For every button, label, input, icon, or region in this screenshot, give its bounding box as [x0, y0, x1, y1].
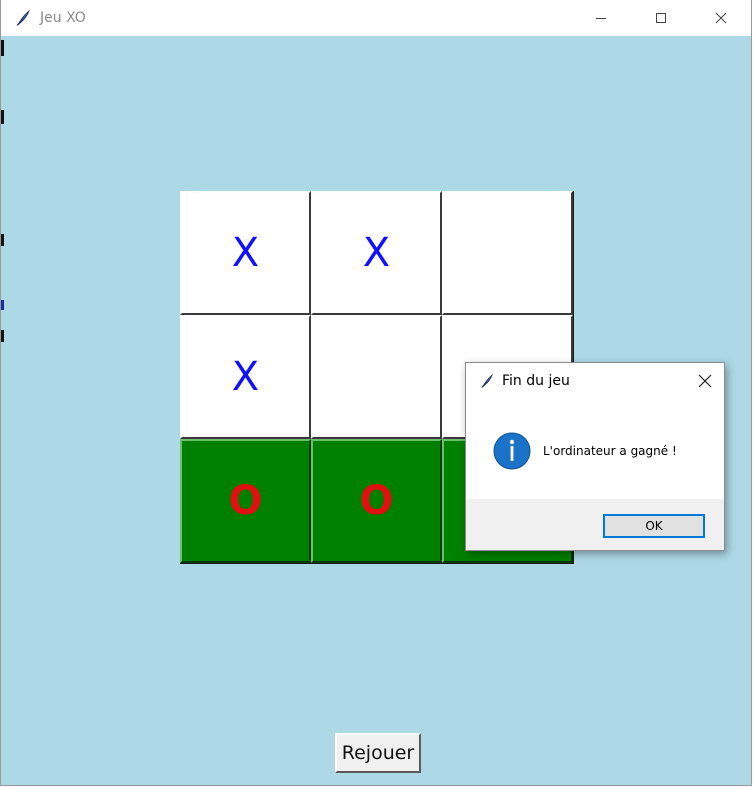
dialog-title: Fin du jeu	[502, 373, 570, 389]
close-icon	[715, 12, 727, 24]
board-cell-2[interactable]: X	[311, 191, 442, 315]
maximize-button[interactable]	[631, 0, 691, 36]
board-cell-4[interactable]: X	[180, 315, 311, 439]
feather-icon	[16, 10, 30, 26]
cell-mark: X	[362, 230, 391, 276]
board-cell-5[interactable]	[311, 315, 442, 439]
window-controls	[571, 0, 751, 36]
dialog-message: L'ordinateur a gagné !	[543, 444, 677, 458]
board-cell-3[interactable]	[442, 191, 573, 315]
window-titlebar[interactable]: Jeu XO	[1, 0, 751, 36]
info-icon	[493, 432, 531, 470]
dialog-body: L'ordinateur a gagné !	[466, 399, 724, 499]
cell-mark: O	[359, 478, 394, 524]
board-cell-8[interactable]: O	[311, 439, 442, 563]
game-over-dialog: Fin du jeu L'ordinateur a gagné ! OK	[465, 362, 725, 551]
maximize-icon	[656, 13, 666, 23]
minimize-icon	[596, 18, 606, 19]
board-cell-7[interactable]: O	[180, 439, 311, 563]
cell-mark: X	[231, 230, 260, 276]
cell-mark: X	[231, 354, 260, 400]
minimize-button[interactable]	[571, 0, 631, 36]
dialog-titlebar[interactable]: Fin du jeu	[466, 363, 724, 399]
feather-icon	[481, 374, 493, 388]
ok-button[interactable]: OK	[603, 514, 705, 538]
window-title: Jeu XO	[40, 10, 86, 26]
cell-mark: O	[228, 478, 263, 524]
close-icon[interactable]	[698, 374, 712, 388]
replay-button[interactable]: Rejouer	[335, 733, 421, 773]
board-cell-1[interactable]: X	[180, 191, 311, 315]
dialog-footer: OK	[466, 499, 724, 550]
close-button[interactable]	[691, 0, 751, 36]
